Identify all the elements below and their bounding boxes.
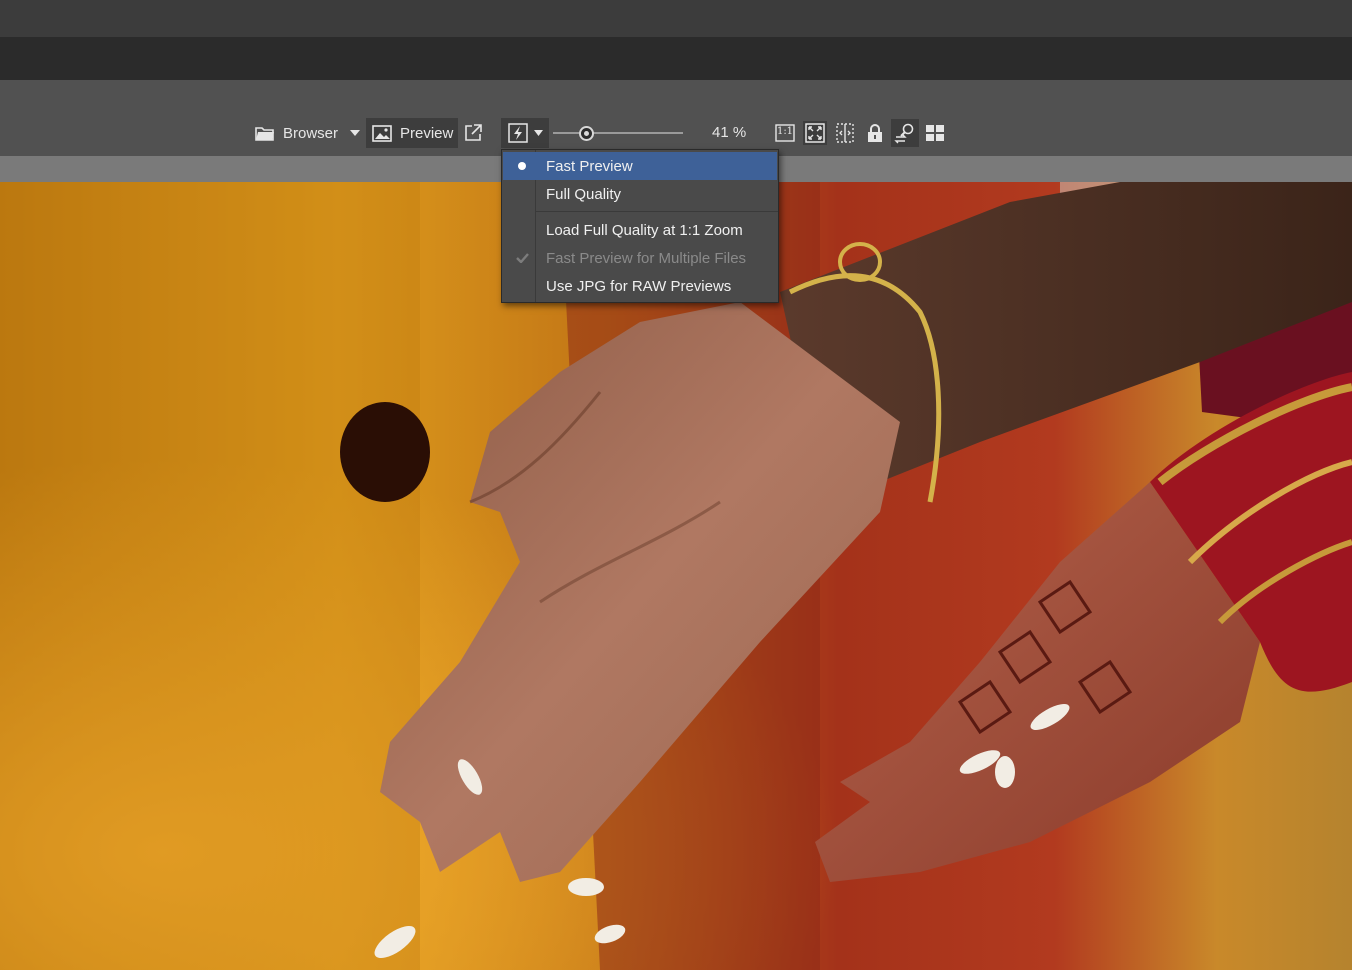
browser-label: Browser [283, 124, 339, 142]
preview-quality-menu: Fast Preview Full Quality Load Full Qual… [501, 149, 779, 303]
sync-zoom-button[interactable] [891, 119, 919, 147]
lock-button[interactable] [864, 122, 886, 144]
menu-item-load-full-quality-1-1[interactable]: Load Full Quality at 1:1 Zoom [503, 216, 777, 244]
preview-toolbar [0, 80, 1352, 156]
preview-quality-button[interactable] [501, 118, 549, 148]
zoom-slider-handle[interactable] [578, 126, 594, 141]
menu-item-label: Fast Preview [546, 157, 633, 175]
radio-dot-icon [513, 152, 531, 180]
menu-item-fast-preview[interactable]: Fast Preview [503, 152, 777, 180]
chevron-down-icon [533, 130, 543, 136]
sync-zoom-icon [894, 122, 916, 144]
lightning-icon [507, 123, 528, 143]
preview-mode-button[interactable]: Preview [366, 118, 458, 148]
one-to-one-label: 1:1 [776, 126, 794, 137]
browser-mode-button[interactable]: Browser [249, 118, 344, 148]
menu-item-label: Load Full Quality at 1:1 Zoom [546, 221, 743, 239]
zoom-slider-track[interactable] [553, 132, 683, 134]
menu-item-fast-preview-multiple: Fast Preview for Multiple Files [503, 244, 777, 272]
layout-button[interactable] [924, 122, 946, 144]
zoom-percent: 41 % [712, 124, 747, 141]
image-icon [372, 124, 392, 142]
menu-separator [536, 211, 778, 212]
fit-to-window-button[interactable] [803, 121, 827, 145]
menu-item-label: Full Quality [546, 185, 622, 203]
menu-bar [0, 37, 1352, 80]
menu-item-label: Use JPG for RAW Previews [546, 277, 732, 295]
lock-icon [867, 123, 883, 143]
menu-item-full-quality[interactable]: Full Quality [503, 180, 777, 208]
preview-label: Preview [400, 124, 454, 142]
chevron-down-icon [350, 130, 360, 136]
folder-icon [255, 125, 275, 142]
open-external-icon [464, 124, 482, 142]
zoom-1-1-button[interactable]: 1:1 [774, 122, 796, 144]
menu-item-label: Fast Preview for Multiple Files [546, 249, 747, 267]
title-bar [0, 0, 1352, 37]
one-to-one-icon: 1:1 [775, 124, 795, 142]
browser-dropdown-button[interactable] [346, 124, 364, 142]
open-external-button[interactable] [462, 122, 484, 144]
menu-item-use-jpg-raw[interactable]: Use JPG for RAW Previews [503, 272, 777, 300]
fit-to-window-icon [805, 123, 825, 143]
compare-button[interactable] [834, 122, 856, 144]
checkmark-icon [513, 244, 531, 272]
compare-icon [835, 123, 855, 143]
grid-layout-icon [925, 124, 945, 142]
